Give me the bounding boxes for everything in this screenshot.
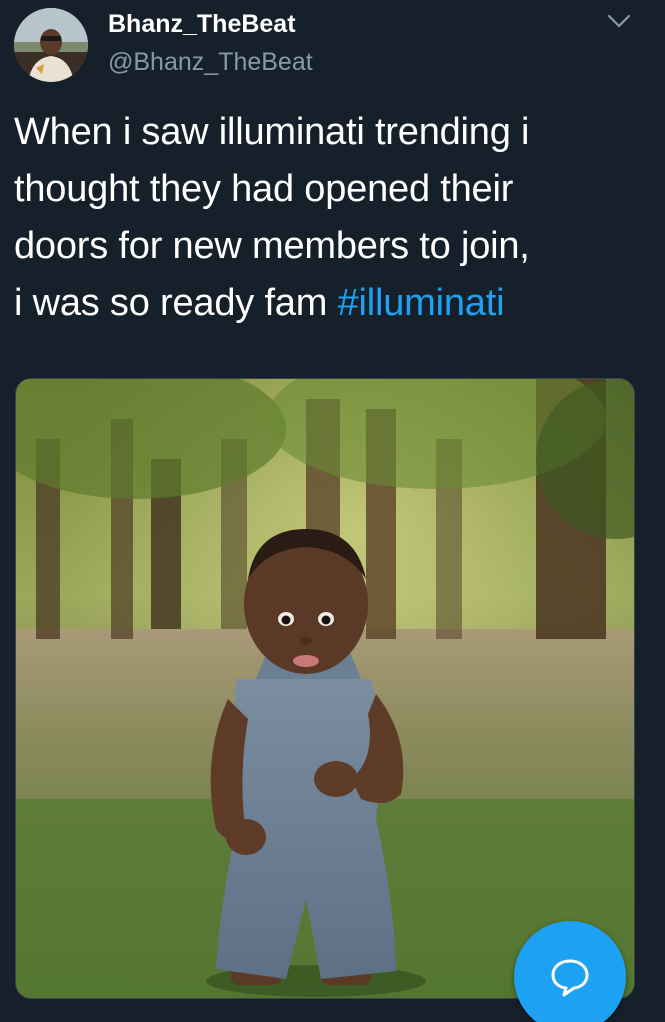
tweet-screen: Bhanz_TheBeat @Bhanz_TheBeat When i saw …	[0, 0, 665, 1022]
tweet-text-line-start: i was so ready fam	[14, 282, 338, 324]
tweet-text-line: When i saw illuminati trending i	[14, 111, 530, 153]
hashtag-link[interactable]: #illuminati	[338, 282, 505, 324]
chevron-down-icon[interactable]	[604, 10, 634, 32]
tweet-text-line: thought they had opened their	[14, 168, 514, 210]
author-display-name[interactable]: Bhanz_TheBeat	[108, 9, 296, 39]
tweet-text-line: doors for new members to join,	[14, 225, 530, 267]
tweet-text: When i saw illuminati trending i thought…	[14, 104, 634, 332]
compose-button[interactable]	[514, 921, 626, 1022]
photo-baby-in-park	[16, 379, 634, 998]
avatar[interactable]	[14, 8, 88, 82]
tweet-text-line: i was so ready fam #illuminati	[14, 275, 634, 332]
author-handle[interactable]: @Bhanz_TheBeat	[108, 47, 313, 77]
avatar-image	[14, 8, 88, 82]
tweet-photo[interactable]	[15, 378, 635, 999]
message-bubble-icon	[551, 959, 589, 997]
